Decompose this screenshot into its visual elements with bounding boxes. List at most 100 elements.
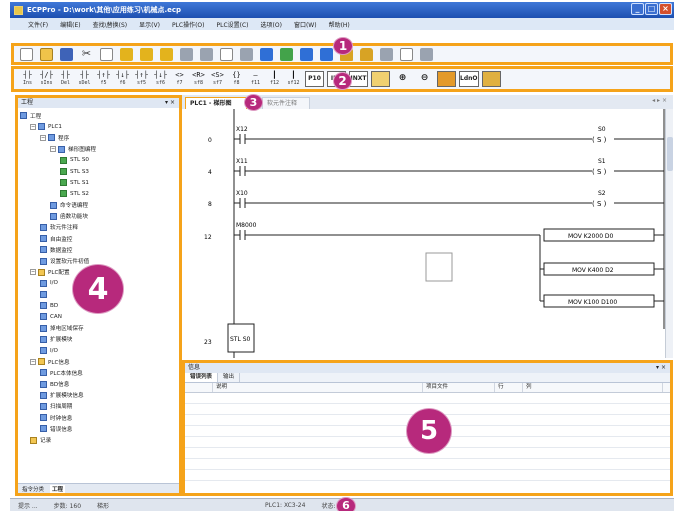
tree-item[interactable]: STL S2 bbox=[20, 188, 179, 199]
ladder-button-sdel[interactable]: ┤├ sDel bbox=[77, 71, 92, 88]
tree-item[interactable]: PLC本体信息 bbox=[20, 367, 179, 378]
color-icon[interactable] bbox=[437, 71, 456, 87]
panel-pin-icon[interactable]: ▾ × bbox=[165, 98, 175, 107]
tree-item[interactable]: 工程 bbox=[20, 110, 179, 121]
tree-item[interactable]: 扩展模块 bbox=[20, 334, 179, 345]
zoom-in-icon[interactable]: ⊕ bbox=[393, 71, 412, 87]
print-icon[interactable] bbox=[200, 47, 213, 61]
tree-item[interactable]: STL S0 bbox=[20, 155, 179, 166]
upload-icon[interactable] bbox=[280, 47, 293, 61]
paste-icon[interactable] bbox=[120, 47, 133, 61]
ladder-button-f8[interactable]: {} f8 bbox=[229, 71, 244, 88]
tree-item[interactable]: − PLC信息 bbox=[20, 356, 179, 367]
unlock-icon[interactable] bbox=[360, 47, 373, 61]
expand-toggle-icon[interactable]: − bbox=[30, 358, 36, 365]
save-icon[interactable] bbox=[60, 47, 73, 61]
copy-icon[interactable] bbox=[100, 47, 113, 61]
ladder-button-del[interactable]: ┤├ Del bbox=[58, 71, 73, 88]
ladder-diagram[interactable]: 0 X12 S0 ( S ) 4 X11 S1 ( S ) 8 X10 S2 (… bbox=[182, 109, 665, 358]
editor-tab-controls[interactable]: ◂ ▸ × bbox=[652, 97, 667, 104]
p10-button[interactable]: P10 bbox=[305, 71, 324, 87]
transfer-icon[interactable] bbox=[481, 71, 501, 87]
tree-item[interactable]: 错误信息 bbox=[20, 423, 179, 434]
tab-error-list[interactable]: 错误列表 bbox=[185, 373, 219, 382]
ladder-button-f5[interactable]: ┤↑├ f5 bbox=[96, 71, 111, 88]
redo-icon[interactable] bbox=[160, 47, 173, 61]
ladder-button-f6[interactable]: ┤↓├ f6 bbox=[115, 71, 130, 88]
panel-pin-icon[interactable]: ▾ × bbox=[656, 363, 666, 372]
menu-options[interactable]: 选项(O) bbox=[261, 20, 282, 29]
tree-item[interactable]: 时钟信息 bbox=[20, 412, 179, 423]
menu-help[interactable]: 帮助(H) bbox=[329, 20, 350, 29]
tree-item[interactable]: STL S1 bbox=[20, 177, 179, 188]
tab-output[interactable]: 输出 bbox=[218, 373, 241, 382]
column-project-file[interactable]: 项目文件 bbox=[423, 383, 495, 392]
ladder-button-f12[interactable]: ┃ f12 bbox=[267, 71, 282, 88]
tree-item[interactable]: 命令语编程 bbox=[20, 200, 179, 211]
find-icon[interactable] bbox=[180, 47, 193, 61]
set-coil[interactable]: ( S ) bbox=[592, 200, 607, 208]
column-col[interactable]: 列 bbox=[523, 383, 663, 392]
ladder-button-sf5[interactable]: ┤↑├ sf5 bbox=[134, 71, 149, 88]
menu-plc-settings[interactable]: PLC设置(C) bbox=[217, 20, 249, 29]
new-icon[interactable] bbox=[20, 47, 33, 61]
scroll-thumb[interactable] bbox=[667, 137, 673, 171]
tree-item[interactable]: 记录 bbox=[20, 434, 179, 445]
tree-item[interactable]: STL S3 bbox=[20, 166, 179, 177]
column-line[interactable]: 行 bbox=[495, 383, 523, 392]
tree-item[interactable]: 函数功能块 bbox=[20, 211, 179, 222]
tab-device-comment[interactable]: 软元件注释 bbox=[262, 97, 310, 109]
ladder-button-sf8[interactable]: <R> sf8 bbox=[191, 71, 206, 88]
ladder-button-sins[interactable]: ┤/├ sIns bbox=[39, 71, 54, 88]
tree-item[interactable]: − 程序 bbox=[20, 132, 179, 143]
expand-toggle-icon[interactable]: − bbox=[50, 146, 56, 153]
expand-toggle-icon[interactable]: − bbox=[30, 123, 36, 130]
menu-file[interactable]: 文件(F) bbox=[28, 20, 48, 29]
tree-item[interactable]: 数据监控 bbox=[20, 244, 179, 255]
menu-plc-operation[interactable]: PLC操作(O) bbox=[172, 20, 205, 29]
zoom-out-icon[interactable]: ⊖ bbox=[415, 71, 434, 87]
menu-find-replace[interactable]: 查找\替换(S) bbox=[93, 20, 128, 29]
tree-item[interactable]: − PLC1 bbox=[20, 121, 179, 132]
ldno-button[interactable]: LdnO bbox=[459, 71, 479, 87]
undo-icon[interactable] bbox=[140, 47, 153, 61]
menu-edit[interactable]: 编辑(E) bbox=[60, 20, 80, 29]
ladder-button-sf7[interactable]: <S> sf7 bbox=[210, 71, 225, 88]
menu-window[interactable]: 窗口(W) bbox=[294, 20, 317, 29]
ladder-button-sf12[interactable]: ┃ sf12 bbox=[286, 71, 301, 88]
cut-icon[interactable]: ✂ bbox=[80, 47, 93, 61]
help-icon[interactable] bbox=[420, 47, 433, 61]
minimize-button[interactable]: _ bbox=[631, 3, 644, 15]
tree-item[interactable]: 扩展模块信息 bbox=[20, 390, 179, 401]
monitor-icon[interactable] bbox=[220, 47, 233, 61]
expand-toggle-icon[interactable]: − bbox=[30, 269, 36, 276]
tree-item[interactable]: 自由监控 bbox=[20, 233, 179, 244]
set-coil[interactable]: ( S ) bbox=[592, 168, 607, 176]
set-coil[interactable]: ( S ) bbox=[592, 136, 607, 144]
tree-item[interactable]: BD信息 bbox=[20, 379, 179, 390]
tree-item[interactable]: 软元件注释 bbox=[20, 222, 179, 233]
maximize-button[interactable]: □ bbox=[645, 3, 658, 15]
ladder-button-ins[interactable]: ┤├ Ins bbox=[20, 71, 35, 88]
ladder-button-f7[interactable]: <> f7 bbox=[172, 71, 187, 88]
run-icon[interactable] bbox=[320, 47, 333, 61]
write-icon[interactable] bbox=[260, 47, 273, 61]
tree-item[interactable]: 掉电区域保存 bbox=[20, 323, 179, 334]
tree-item[interactable]: − 梯形图编程 bbox=[20, 144, 179, 155]
preview-icon[interactable] bbox=[400, 47, 413, 61]
tree-item[interactable]: 扫描周期 bbox=[20, 401, 179, 412]
download-icon[interactable] bbox=[300, 47, 313, 61]
close-button[interactable]: × bbox=[659, 3, 672, 15]
tab-ladder[interactable]: PLC1 - 梯形图 bbox=[185, 97, 247, 109]
expand-toggle-icon[interactable]: − bbox=[40, 134, 46, 141]
tab-project[interactable]: 工程 bbox=[50, 484, 66, 493]
ladder-button-f11[interactable]: — f11 bbox=[248, 71, 263, 88]
comment-button[interactable] bbox=[371, 71, 390, 87]
menu-view[interactable]: 显示(V) bbox=[139, 20, 160, 29]
tree-item[interactable]: I/O bbox=[20, 345, 179, 356]
column-description[interactable]: 说明 bbox=[213, 383, 423, 392]
compile-icon[interactable] bbox=[240, 47, 253, 61]
open-icon[interactable] bbox=[40, 47, 53, 61]
editor-scrollbar[interactable] bbox=[665, 109, 673, 358]
ladder-button-sf6[interactable]: ┤↓├ sf6 bbox=[153, 71, 168, 88]
